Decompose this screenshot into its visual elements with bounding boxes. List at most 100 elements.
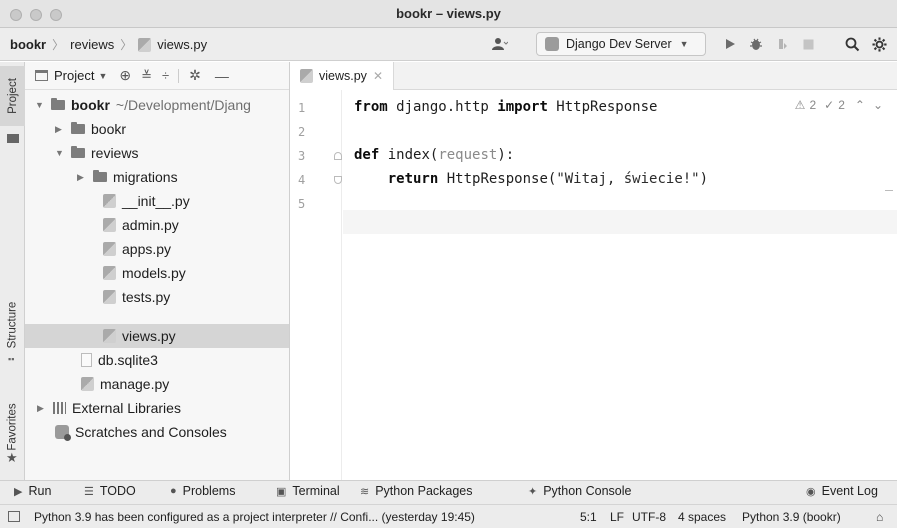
- chevron-down-icon[interactable]: ▼: [98, 71, 107, 81]
- run-configuration-label: Django Dev Server: [566, 37, 672, 51]
- python-file-icon: [300, 69, 313, 83]
- status-message[interactable]: Python 3.9 has been configured as a proj…: [34, 510, 475, 524]
- python-console-tool-button[interactable]: ✦ Python Console: [528, 484, 631, 498]
- caret-position[interactable]: 5:1: [580, 510, 597, 524]
- fold-marker-icon[interactable]: [334, 152, 342, 160]
- tree-item-scratches[interactable]: Scratches and Consoles: [25, 420, 289, 444]
- problems-tool-label: Problems: [182, 484, 236, 498]
- project-tool-tab[interactable]: Project: [0, 66, 25, 126]
- run-tool-button[interactable]: ▶ Run: [14, 484, 51, 498]
- problems-tool-button[interactable]: ● Problems: [170, 484, 235, 498]
- python-file-icon: [103, 266, 116, 280]
- line-number-gutter: 1 2 3 4 5: [290, 90, 342, 480]
- event-log-icon: ◉: [806, 485, 816, 498]
- terminal-icon: ▣: [276, 485, 287, 498]
- python-file-icon: [103, 242, 116, 256]
- previous-highlight-icon[interactable]: ⌃: [855, 98, 865, 112]
- expand-arrow-icon[interactable]: ▼: [55, 148, 65, 158]
- tree-item-manage-py[interactable]: manage.py: [25, 372, 289, 396]
- tree-item-views-py[interactable]: views.py: [25, 324, 289, 348]
- stop-icon[interactable]: [798, 34, 818, 54]
- interpreter-selector[interactable]: Python 3.9 (bookr): [742, 510, 841, 524]
- editor-tab-label: views.py: [319, 69, 367, 83]
- run-configuration-select[interactable]: Django Dev Server ▼: [536, 32, 706, 56]
- python-packages-tool-button[interactable]: ≋ Python Packages: [360, 484, 473, 498]
- project-view-select[interactable]: Project: [54, 68, 94, 83]
- tree-item-label: tests.py: [122, 289, 171, 305]
- inspection-widget[interactable]: ⚠ 2 ✓ 2 ⌃ ⌄: [795, 98, 883, 112]
- run-icon: ▶: [14, 485, 23, 498]
- packages-icon: ≋: [360, 485, 370, 498]
- project-panel-header: Project ▼ ⊕ ≚ ÷ ✲ —: [25, 62, 289, 90]
- event-log-tool-button[interactable]: ◉ Event Log: [806, 484, 878, 498]
- next-highlight-icon[interactable]: ⌄: [873, 98, 883, 112]
- tree-item-tests-py[interactable]: tests.py: [25, 285, 289, 309]
- terminal-tool-button[interactable]: ▣ Terminal: [276, 484, 340, 498]
- tree-item-bookr-root[interactable]: ▼ bookr ~/Development/Djang: [25, 93, 289, 117]
- code-token: index(: [379, 147, 439, 163]
- tree-item-label: models.py: [122, 265, 186, 281]
- line-number: 2: [298, 125, 306, 139]
- code-token: ):: [497, 147, 515, 163]
- collapse-arrow-icon[interactable]: ▶: [55, 124, 65, 135]
- python-file-icon: [103, 194, 116, 208]
- tree-item-migrations[interactable]: ▶ migrations: [25, 165, 289, 189]
- todo-tool-button[interactable]: ☰ TODO: [84, 484, 136, 498]
- tree-item-db-sqlite3[interactable]: db.sqlite3: [25, 348, 289, 372]
- structure-tool-tab[interactable]: Structure: [0, 290, 25, 360]
- expand-arrow-icon[interactable]: ▼: [35, 100, 45, 110]
- fold-marker-icon[interactable]: [334, 176, 342, 184]
- line-separator[interactable]: LF: [610, 510, 624, 524]
- warning-icon: ⚠: [794, 98, 806, 112]
- locate-file-icon[interactable]: ⊕: [119, 67, 131, 84]
- tree-item-bookr[interactable]: ▶ bookr: [25, 117, 289, 141]
- coverage-icon[interactable]: [772, 34, 792, 54]
- structure-icon: ▪▪: [8, 354, 15, 364]
- bottom-tool-bar: ▶ Run ☰ TODO ● Problems ▣ Terminal ≋ Pyt…: [0, 480, 897, 504]
- tree-item-external-libraries[interactable]: ▶ External Libraries: [25, 396, 289, 420]
- tree-item-apps-py[interactable]: apps.py: [25, 237, 289, 261]
- expand-all-icon[interactable]: ≚: [141, 68, 152, 84]
- collapse-arrow-icon[interactable]: ▶: [37, 403, 47, 414]
- debug-icon[interactable]: [746, 34, 766, 54]
- hide-panel-icon[interactable]: —: [215, 68, 229, 84]
- project-view-icon: [35, 70, 48, 81]
- file-encoding[interactable]: UTF-8: [632, 510, 666, 524]
- gear-icon[interactable]: ✲: [189, 67, 201, 84]
- tree-item-admin-py[interactable]: admin.py: [25, 213, 289, 237]
- collapse-all-icon[interactable]: ÷: [162, 68, 169, 83]
- close-tab-icon[interactable]: ✕: [373, 69, 383, 83]
- code-token: HttpResponse: [547, 99, 658, 115]
- folder-icon: [71, 146, 85, 158]
- run-icon[interactable]: [720, 34, 740, 54]
- status-bar: Python 3.9 has been configured as a proj…: [0, 504, 897, 528]
- tree-item-models-py[interactable]: models.py: [25, 261, 289, 285]
- lock-icon[interactable]: ⌂: [876, 510, 883, 524]
- folder-icon: [71, 122, 85, 134]
- breadcrumb-folder[interactable]: reviews: [70, 37, 114, 52]
- tree-item-label: reviews: [91, 145, 139, 161]
- code-line-3[interactable]: def index(request):: [354, 147, 514, 163]
- breadcrumb-project[interactable]: bookr: [10, 37, 46, 52]
- tree-item-reviews[interactable]: ▼ reviews: [25, 141, 289, 165]
- collapse-arrow-icon[interactable]: ▶: [77, 172, 87, 183]
- tree-item-label: db.sqlite3: [98, 352, 158, 368]
- search-icon[interactable]: [842, 34, 862, 54]
- editor-tab-views-py[interactable]: views.py ✕: [290, 62, 394, 90]
- warning-count: 2: [809, 98, 817, 112]
- editor-area: views.py ✕ 1 2 3 4 5 from django.http im…: [290, 62, 897, 480]
- keyword-token: def: [354, 147, 380, 163]
- toggle-tool-windows-icon[interactable]: [8, 511, 20, 522]
- tree-item-init-py[interactable]: __init__.py: [25, 189, 289, 213]
- python-packages-tool-label: Python Packages: [375, 484, 473, 498]
- python-file-icon: [103, 218, 116, 232]
- user-icon[interactable]: [480, 34, 520, 54]
- indent-setting[interactable]: 4 spaces: [678, 510, 726, 524]
- breadcrumb-file[interactable]: views.py: [157, 37, 207, 52]
- gear-icon[interactable]: [868, 34, 890, 54]
- python-file-icon: [103, 329, 116, 343]
- code-line-1[interactable]: from django.http import HttpResponse: [354, 99, 657, 115]
- tree-item-label: apps.py: [122, 241, 172, 257]
- run-tool-label: Run: [28, 484, 52, 498]
- code-line-4[interactable]: return HttpResponse("Witaj, świecie!"): [354, 171, 708, 187]
